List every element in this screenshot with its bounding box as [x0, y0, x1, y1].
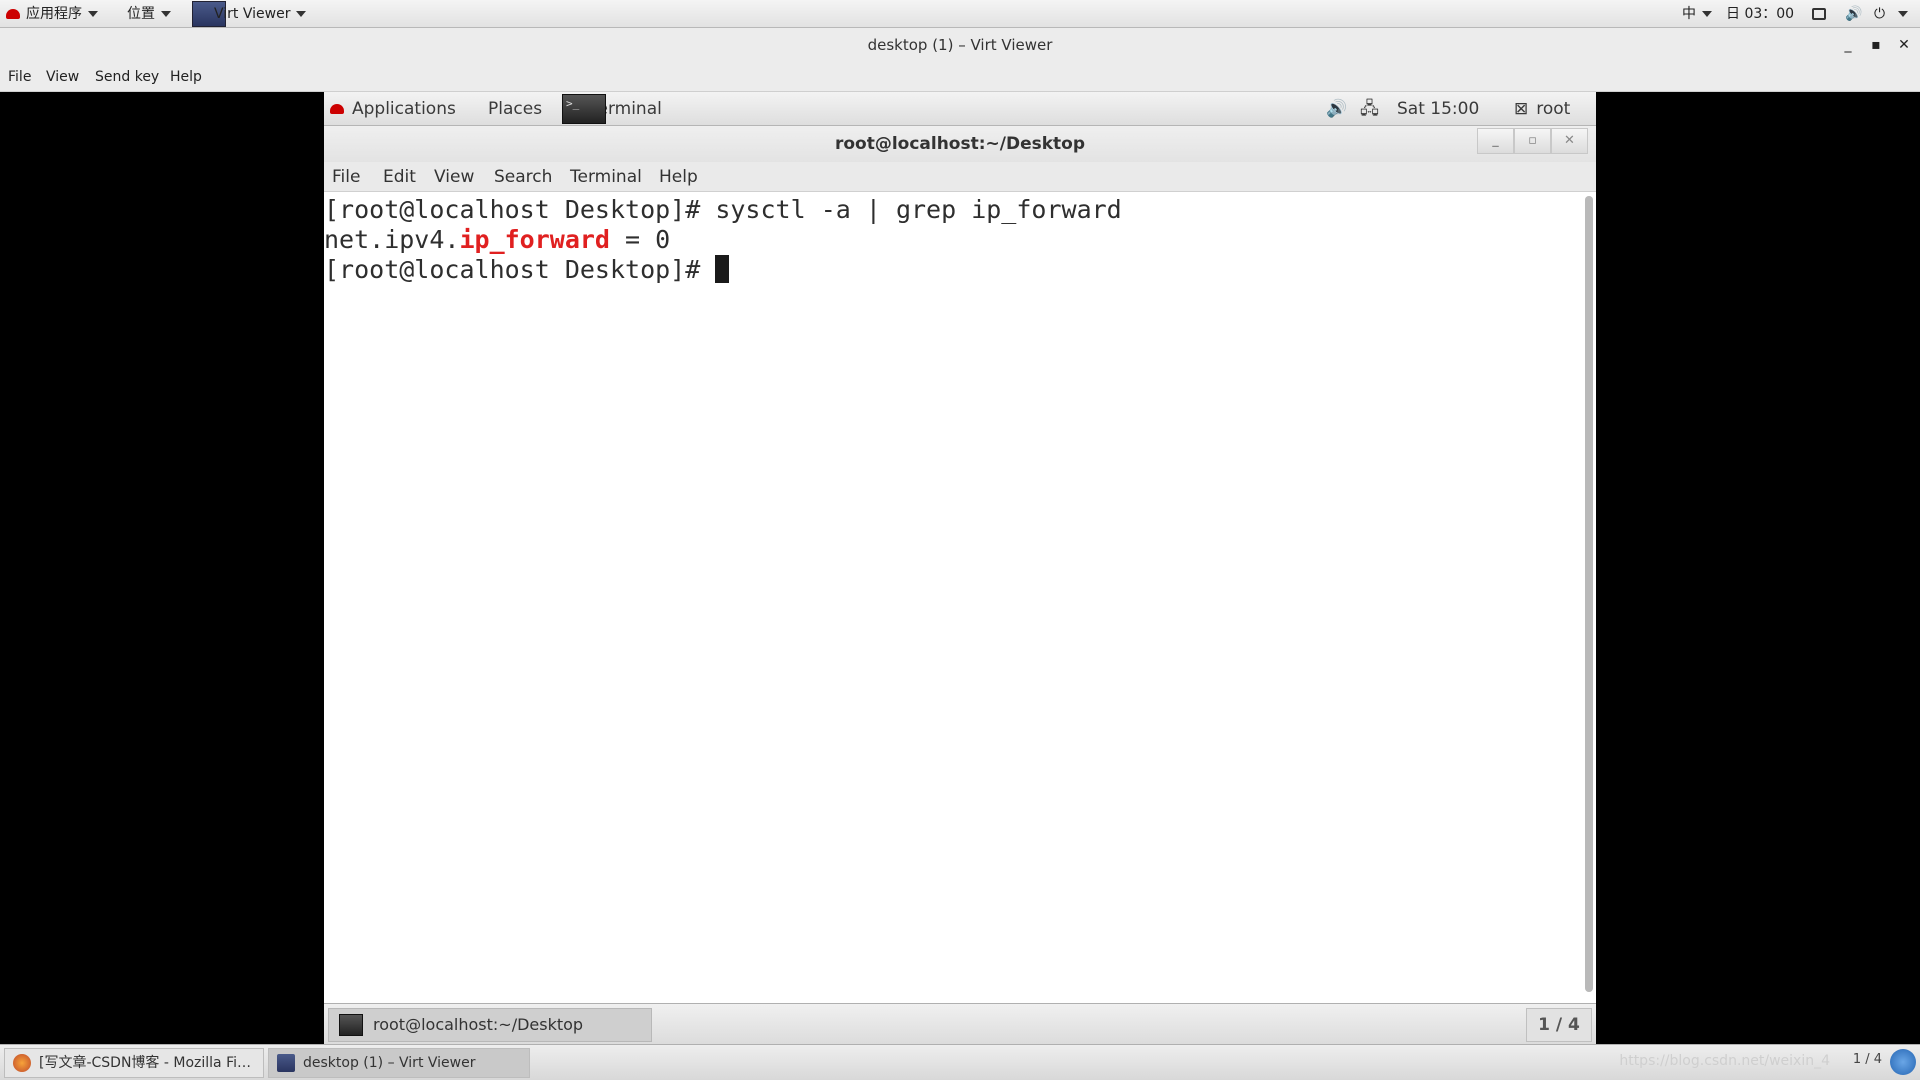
terminal-line: [root@localhost Desktop]# sysctl -a | gr… — [324, 195, 1122, 224]
terminal-window-controls: _ ▫ ✕ — [1477, 128, 1588, 154]
text-cursor — [715, 255, 730, 283]
guest-clock[interactable]: Sat 15:00 — [1397, 92, 1479, 126]
guest-applications-label: Applications — [352, 99, 456, 119]
guest-taskbar: root@localhost:~/Desktop 1 / 4 — [324, 1003, 1596, 1044]
chevron-down-icon — [1898, 11, 1908, 17]
power-icon[interactable]: ⏻ — [1874, 0, 1885, 28]
terminal-menu-file[interactable]: File — [332, 162, 360, 192]
host-places-menu[interactable]: 位置 — [127, 0, 171, 28]
host-window-titlebar: desktop (1) – Virt Viewer _ ▪ ✕ — [0, 28, 1920, 62]
terminal-menu-help[interactable]: Help — [659, 162, 698, 192]
host-active-app-label: Virt Viewer — [214, 6, 291, 22]
terminal-output[interactable]: [root@localhost Desktop]# sysctl -a | gr… — [324, 192, 1584, 897]
scrollbar-thumb[interactable] — [1585, 196, 1593, 992]
host-menubar: File View Send key Help — [0, 62, 1920, 92]
terminal-icon — [339, 1014, 363, 1036]
chevron-down-icon — [161, 11, 171, 17]
host-menu-help[interactable]: Help — [170, 62, 202, 92]
host-task-firefox[interactable]: [写文章-CSDN博客 - Mozilla Fi… — [4, 1048, 264, 1078]
host-window-title: desktop (1) – Virt Viewer — [867, 36, 1053, 54]
terminal-titlebar: root@localhost:~/Desktop _ ▫ ✕ — [324, 126, 1596, 162]
terminal-close-button[interactable]: ✕ — [1551, 128, 1588, 154]
host-menu-send-key[interactable]: Send key — [95, 62, 159, 92]
terminal-menu-terminal[interactable]: Terminal — [570, 162, 642, 192]
screen-icon[interactable] — [1812, 0, 1826, 28]
output-prefix: net.ipv4. — [324, 225, 460, 254]
host-clock-label: 日 03：00 — [1726, 6, 1795, 22]
guest-clock-label: Sat 15:00 — [1397, 99, 1480, 119]
host-task-virt-viewer[interactable]: desktop (1) – Virt Viewer — [268, 1048, 530, 1078]
host-task-label: desktop (1) – Virt Viewer — [303, 1055, 476, 1071]
chevron-down-icon — [88, 11, 98, 17]
guest-places-label: Places — [488, 99, 543, 119]
guest-active-app-menu[interactable]: Terminal — [562, 92, 662, 126]
host-applications-menu[interactable]: 应用程序 — [6, 0, 98, 28]
guest-task-button[interactable]: root@localhost:~/Desktop — [328, 1008, 652, 1042]
host-task-label: [写文章-CSDN博客 - Mozilla Fi… — [39, 1055, 251, 1071]
terminal-menu-view[interactable]: View — [434, 162, 474, 192]
terminal-minimize-button[interactable]: _ — [1477, 128, 1514, 154]
guest-user-label: root — [1536, 99, 1571, 119]
help-icon[interactable] — [1890, 1049, 1916, 1075]
workspace-switcher[interactable]: 1 / 4 — [1526, 1008, 1592, 1042]
guest-applications-menu[interactable]: Applications — [330, 92, 456, 126]
terminal-maximize-button[interactable]: ▫ — [1514, 128, 1551, 154]
guest-places-menu[interactable]: Places — [488, 92, 542, 126]
input-method-label: 中 — [1682, 6, 1696, 22]
host-top-panel: 应用程序 位置 Virt Viewer 中 日 03：00 🔊 ⏻ — [0, 0, 1920, 28]
host-menu-view[interactable]: View — [46, 62, 79, 92]
host-workspace-pager[interactable]: 1 / 4 — [1853, 1052, 1882, 1067]
terminal-window-title: root@localhost:~/Desktop — [834, 134, 1086, 154]
close-button[interactable]: ✕ — [1892, 28, 1916, 62]
guest-top-panel: Applications Places Terminal 🔊 🖧 Sat 15:… — [324, 92, 1596, 126]
redhat-logo-icon — [330, 104, 344, 114]
terminal-prompt-line: [root@localhost Desktop]# — [324, 255, 1584, 285]
terminal-scrollbar[interactable] — [1585, 196, 1593, 992]
guest-user-menu[interactable]: ⊠ root — [1514, 92, 1570, 126]
terminal-icon — [562, 92, 606, 124]
guest-task-label: root@localhost:~/Desktop — [373, 1015, 584, 1034]
host-active-app-menu[interactable]: Virt Viewer — [192, 0, 307, 28]
host-applications-label: 应用程序 — [26, 6, 82, 22]
chevron-down-icon — [1702, 11, 1712, 17]
host-taskbar: [写文章-CSDN博客 - Mozilla Fi… desktop (1) – … — [0, 1044, 1920, 1080]
terminal-menu-edit[interactable]: Edit — [383, 162, 416, 192]
terminal-menubar: File Edit View Search Terminal Help — [324, 162, 1596, 192]
host-places-label: 位置 — [127, 6, 155, 22]
guest-display[interactable]: Applications Places Terminal 🔊 🖧 Sat 15:… — [324, 92, 1596, 1044]
virt-viewer-icon — [277, 1054, 295, 1072]
input-method-indicator[interactable]: 中 — [1682, 0, 1712, 28]
guest-network-icon[interactable]: 🖧 — [1360, 92, 1379, 126]
user-icon: ⊠ — [1514, 99, 1529, 119]
prompt: [root@localhost Desktop]# — [324, 255, 716, 284]
firefox-icon — [13, 1054, 31, 1072]
redhat-logo-icon — [6, 9, 20, 19]
terminal-line: net.ipv4.ip_forward = 0 — [324, 225, 1584, 255]
watermark-text: https://blog.csdn.net/weixin_4 — [1619, 1053, 1830, 1069]
maximize-button[interactable]: ▪ — [1864, 28, 1888, 62]
host-clock[interactable]: 日 03：00 — [1726, 0, 1794, 28]
terminal-menu-search[interactable]: Search — [494, 162, 552, 192]
minimize-button[interactable]: _ — [1836, 28, 1860, 62]
grep-match-highlight: ip_forward — [459, 225, 610, 254]
output-suffix: = 0 — [609, 225, 671, 254]
host-menu-file[interactable]: File — [8, 62, 31, 92]
volume-icon[interactable]: 🔊 — [1845, 0, 1862, 28]
chevron-down-icon — [296, 11, 307, 17]
guest-volume-icon[interactable]: 🔊 — [1326, 92, 1347, 126]
system-menu-chevron[interactable] — [1898, 0, 1908, 28]
